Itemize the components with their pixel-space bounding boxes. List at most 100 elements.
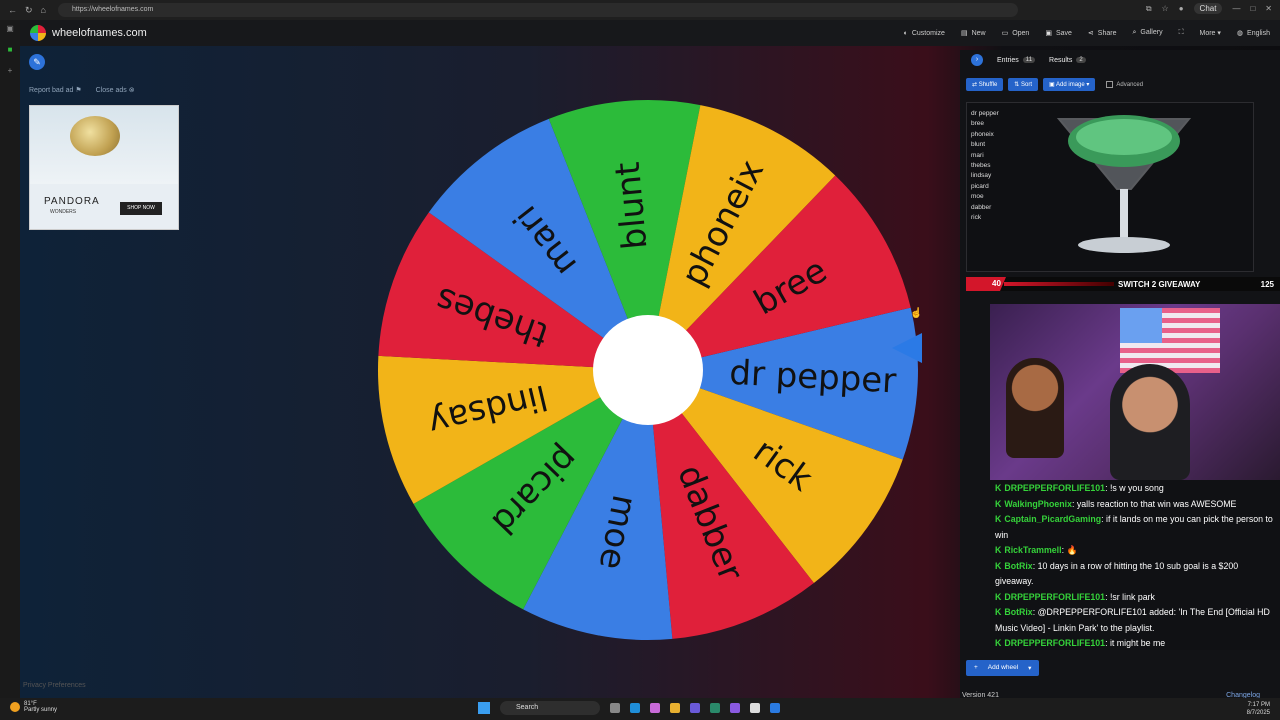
home-icon[interactable]: ⌂ [41,5,46,16]
advanced-checkbox[interactable] [1106,81,1114,88]
browser-actions: ⧉ ☆ ● Chat — □ ✕ [1146,3,1272,14]
weather-widget[interactable]: 81°F Partly sunny [10,701,57,713]
menu-more[interactable]: More ▾ [1200,29,1221,37]
menu-new[interactable]: ▤ New [961,29,986,37]
chat-username: RickTrammell [1004,545,1062,555]
tab-label: Entries [997,56,1019,64]
site-name: wheelofnames.com [52,27,147,39]
chat-text: !sr link park [1109,591,1155,602]
menu-share[interactable]: ⋖ Share [1088,29,1117,37]
favorites-icon[interactable]: ☆ [1162,4,1169,13]
advanced-toggle[interactable]: Advanced [1106,81,1143,88]
menu-open[interactable]: ▭ Open [1002,29,1030,37]
entry-item: dabber [971,203,992,211]
store-icon[interactable] [710,703,720,713]
fullscreen-icon[interactable]: ⛶ [1179,29,1184,37]
entry-item: phoneix [971,130,994,138]
tab-results[interactable]: Results 2 [1049,57,1086,64]
ad-brand: PANDORA [44,196,100,207]
chat-button[interactable]: Chat [1193,3,1223,14]
chat-message: K DRPEPPERFORLIFE101: !sr link park [995,590,1275,606]
menu-gallery[interactable]: ⌕ Gallery [1132,29,1162,37]
tab-icon[interactable]: ▣ [6,24,14,33]
discord-icon[interactable] [730,703,740,713]
advertisement[interactable]: PANDORA WONDERS SHOP NOW [29,105,179,230]
menu-label: English [1247,30,1270,37]
wheel[interactable]: dr pepper rick dabber moe picard lindsay thebe… [375,97,921,643]
add-image-button[interactable]: ▣ Add image ▾ [1043,78,1096,91]
weather-text: 81°F Partly sunny [24,701,57,713]
weather-condition: Partly sunny [24,707,58,713]
close-icon[interactable]: ✕ [1265,4,1272,13]
system-clock[interactable]: 7:17 PM 8/7/2025 [1247,701,1270,717]
menu-language[interactable]: ◍ English [1237,29,1270,37]
menu-customize[interactable]: ◐ Customize [904,30,945,37]
entry-item: moe [971,193,984,201]
sort-button[interactable]: ⇅ Sort [1008,78,1038,91]
taskbar-search[interactable]: Search [500,701,600,715]
add-image-label: Add image [1056,82,1085,88]
wheel-center-hub[interactable] [593,315,703,425]
close-icon: ⊗ [128,87,135,94]
add-wheel-button[interactable]: + Add wheel ▾ [966,660,1040,676]
site-logo[interactable]: wheelofnames.com [30,25,147,41]
app-icon[interactable] [770,703,780,713]
edge-icon[interactable] [630,703,640,713]
minimize-icon[interactable]: — [1232,4,1240,13]
address-bar[interactable]: https://wheelofnames.com [58,3,1018,17]
profile-icon[interactable]: ● [1179,4,1184,13]
kick-badge-icon: K [995,560,1002,571]
menu-label: Customize [911,29,945,37]
chat-message: K BotRix: 10 days in a row of hitting the… [995,559,1275,590]
flag-decoration [1120,308,1220,373]
menu-save[interactable]: ▣ Save [1045,29,1072,37]
shuffle-button[interactable]: ⇄ Shuffle [966,78,1004,91]
panel-tabs: › Entries 11 Results 2 [960,54,1086,66]
wheel-svg[interactable]: dr pepperrickdabbermoepicardlindsaythebe… [375,97,921,643]
person-left [1006,358,1064,458]
copilot-icon[interactable] [650,703,660,713]
kick-badge-icon: K [995,545,1002,555]
chat-text: 🔥 [1066,545,1078,555]
martini-glass-image [1056,115,1192,253]
back-icon[interactable]: ← [8,5,17,16]
tab-entries[interactable]: Entries 11 [997,56,1036,64]
sort-label: Sort [1020,82,1032,88]
shuffle-label: Shuffle [978,82,998,88]
giveaway-progress [1004,282,1114,286]
windows-start-icon[interactable] [478,702,490,714]
tab-icon[interactable]: ■ [8,45,13,54]
menu-label: New [971,30,986,37]
chevron-down-icon[interactable]: ▾ [1028,664,1031,672]
report-ad-link[interactable]: Report bad ad ⚑ [29,86,82,94]
collapse-panel-icon[interactable]: › [971,54,983,66]
wheel-pointer [892,333,922,363]
search-icon: ⌕ [1132,29,1137,36]
kick-badge-icon: K [995,638,1002,648]
logo-icon [30,25,46,41]
file-explorer-icon[interactable] [670,703,680,713]
entry-item: thebes [971,162,991,170]
capcut-icon[interactable] [750,703,760,713]
entry-item: mari [971,151,984,159]
close-ads-link[interactable]: Close ads ⊗ [96,86,135,94]
privacy-link[interactable]: Privacy Preferences [23,682,86,689]
add-tab-icon[interactable]: + [8,66,13,75]
reload-icon[interactable]: ↻ [25,5,33,16]
giveaway-goal: 125 [1260,279,1274,289]
teams-icon[interactable] [690,703,700,713]
maximize-icon[interactable]: □ [1250,4,1255,13]
wheel-app: wheelofnames.com ◐ Customize ▤ New ▭ Open ▣… [20,20,1280,699]
entries-toolbar: ⇄ Shuffle ⇅ Sort ▣ Add image ▾ Advanced [966,78,1143,91]
entry-item: blunt [971,141,986,149]
menu-label: Open [1012,30,1030,37]
ad-shop-button[interactable]: SHOP NOW [120,202,162,215]
extensions-icon[interactable]: ⧉ [1146,4,1152,14]
edit-title-button[interactable]: ✎ [29,54,45,70]
task-view-icon[interactable] [610,703,620,713]
chat-text: it might be me [1109,638,1166,648]
chat-overlay: K DRPEPPERFORLIFE101: !s w you song K Walki… [990,480,1280,650]
entries-textarea[interactable]: dr pepper bree phoneix blunt mari thebes linds… [966,102,1254,272]
chat-message: K RickTrammell: 🔥 [995,543,1275,559]
entry-item: dr pepper [971,110,999,117]
